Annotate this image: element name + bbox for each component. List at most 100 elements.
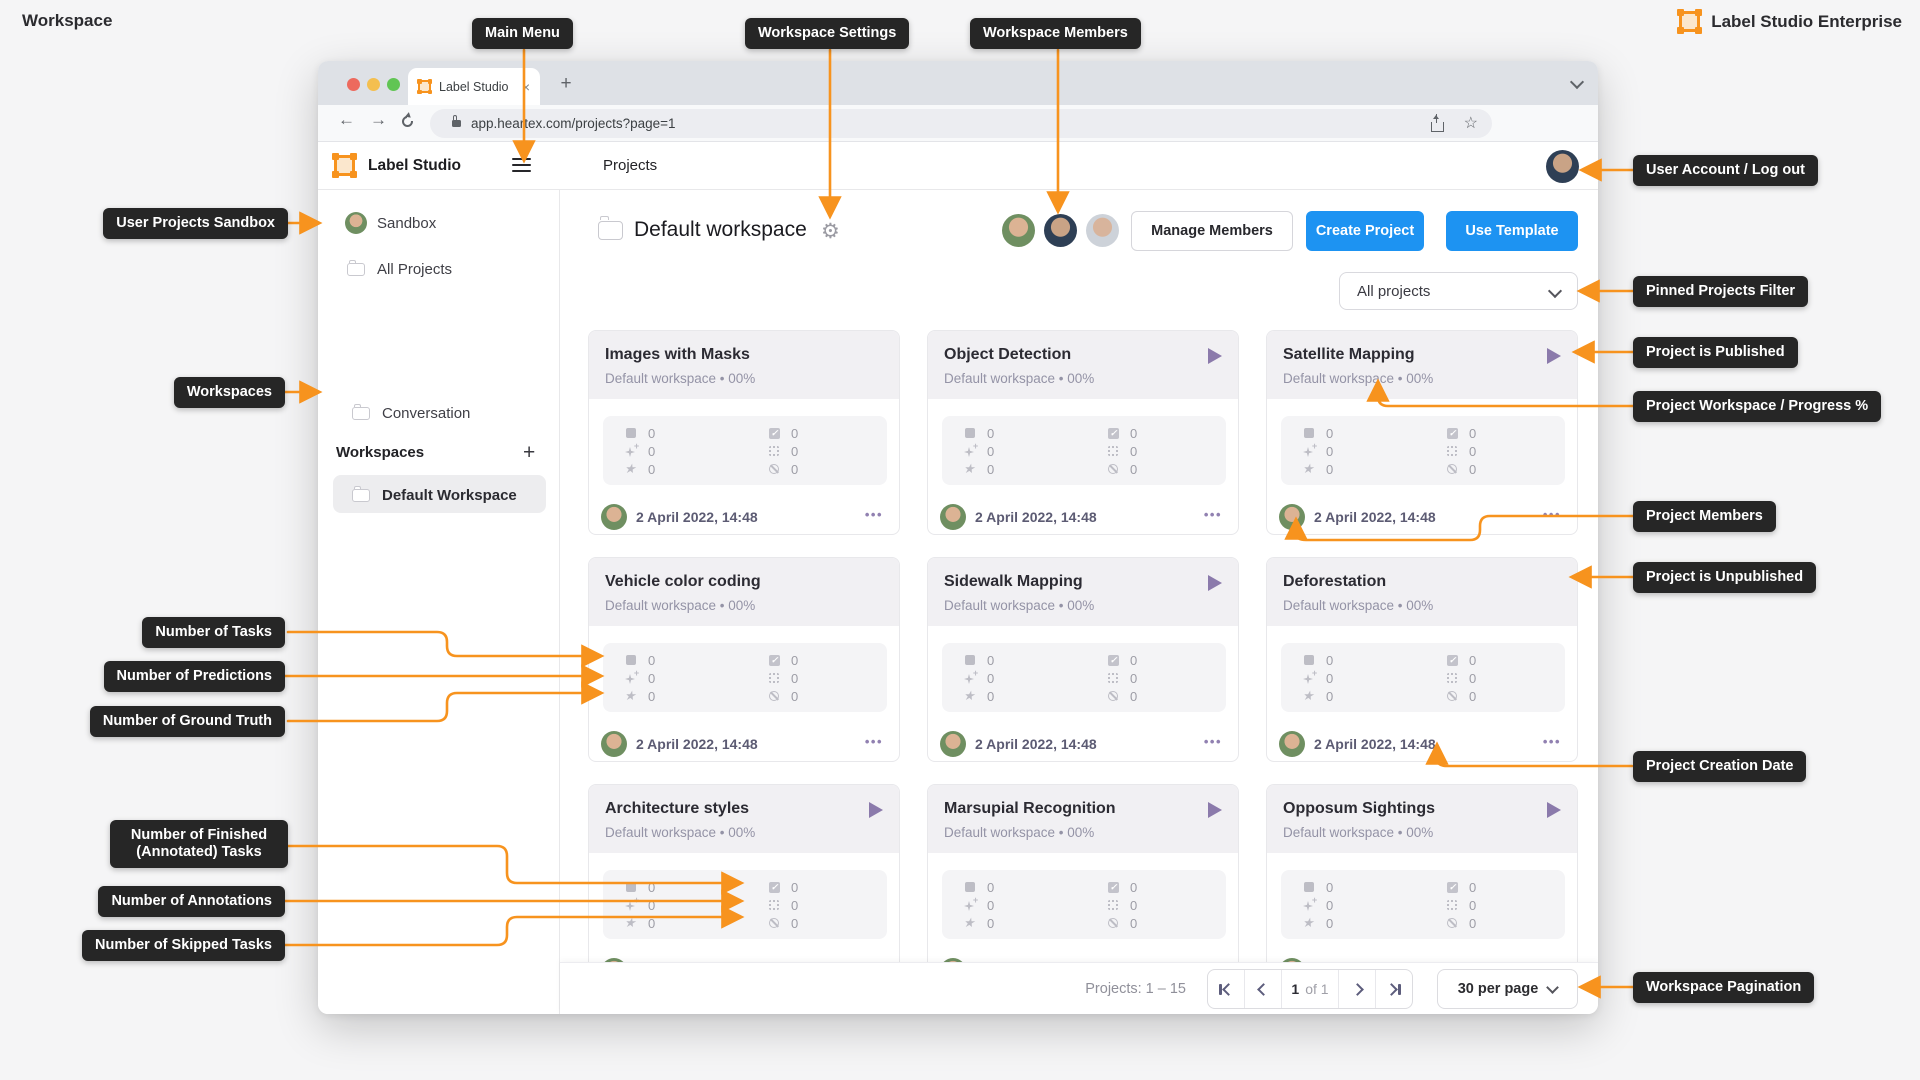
stat-predictions: +0	[1303, 895, 1446, 914]
project-workspace-progress: Default workspace • 00%	[1283, 371, 1434, 386]
annotations-icon	[1446, 898, 1460, 912]
project-menu-icon[interactable]: •••	[1204, 507, 1222, 522]
workspace-member-avatar[interactable]	[1002, 214, 1035, 247]
workspace-member-avatar[interactable]	[1086, 214, 1119, 247]
stat-skipped: 0	[1107, 687, 1227, 705]
first-page-button[interactable]	[1208, 970, 1245, 1008]
play-icon	[1208, 802, 1222, 818]
finished-tasks-icon: ✓	[1108, 655, 1119, 666]
browser-tab[interactable]: Label Studio ×	[408, 68, 540, 105]
app-logo-label: Label Studio	[368, 156, 461, 174]
project-card[interactable]: Deforestation Default workspace • 00% 0 …	[1266, 557, 1578, 762]
minimize-window-button[interactable]	[367, 78, 380, 91]
project-card-header: Satellite Mapping Default workspace • 00…	[1267, 331, 1577, 399]
project-card[interactable]: Satellite Mapping Default workspace • 00…	[1266, 330, 1578, 535]
stat-finished: ✓ 0	[1107, 878, 1227, 896]
share-icon[interactable]	[1430, 113, 1444, 132]
doc-page-title: Workspace	[22, 11, 113, 30]
close-window-button[interactable]	[347, 78, 360, 91]
next-page-button[interactable]	[1339, 970, 1376, 1008]
callout-number-tasks: Number of Tasks	[142, 617, 285, 648]
project-card[interactable]: Vehicle color coding Default workspace •…	[588, 557, 900, 762]
annotations-icon	[1446, 671, 1460, 685]
sidebar-item-sandbox[interactable]: Sandbox	[345, 212, 436, 234]
project-card-header: Object Detection Default workspace • 00%	[928, 331, 1238, 399]
workspace-settings-gear-icon[interactable]: ⚙	[821, 219, 840, 244]
project-card-header: Sidewalk Mapping Default workspace • 00%	[928, 558, 1238, 626]
stat-predictions: +0	[964, 668, 1107, 687]
annotations-icon	[1107, 444, 1121, 458]
project-creation-date: 2 April 2022, 14:48	[975, 736, 1097, 752]
per-page-select[interactable]: 30 per page	[1437, 969, 1578, 1009]
pager-group: 1 of 1	[1207, 969, 1413, 1009]
project-workspace-progress: Default workspace • 00%	[605, 371, 756, 386]
project-stats: 0 +0 ★ 0 ✓ 0 0 0	[603, 870, 887, 939]
address-bar[interactable]: app.heartex.com/projects?page=1 ☆	[430, 109, 1492, 138]
projects-grid: Images with Masks Default workspace • 00…	[588, 330, 1578, 962]
chevron-down-icon	[1547, 283, 1563, 299]
reload-icon[interactable]	[402, 115, 413, 127]
workspace-member-avatar[interactable]	[1044, 214, 1077, 247]
project-workspace-progress: Default workspace • 00%	[944, 825, 1095, 840]
sidebar-item-default-workspace[interactable]: Default Workspace	[333, 475, 546, 513]
sidebar-item-conversation[interactable]: Conversation	[352, 403, 470, 422]
project-title: Sidewalk Mapping	[944, 573, 1083, 590]
play-icon	[1547, 802, 1561, 818]
stat-tasks: 0	[1303, 424, 1446, 442]
project-card[interactable]: Architecture styles Default workspace • …	[588, 784, 900, 962]
tasks-icon	[964, 426, 978, 440]
manage-members-button[interactable]: Manage Members	[1131, 211, 1293, 251]
create-project-button[interactable]: Create Project	[1306, 211, 1424, 251]
forward-icon[interactable]: →	[370, 110, 387, 130]
annotations-icon	[1107, 898, 1121, 912]
stat-annotations: 0	[1446, 669, 1566, 687]
project-card[interactable]: Object Detection Default workspace • 00%…	[927, 330, 1239, 535]
project-card[interactable]: Images with Masks Default workspace • 00…	[588, 330, 900, 535]
previous-page-button[interactable]	[1245, 970, 1282, 1008]
callout-number-annotations: Number of Annotations	[98, 886, 285, 917]
pinned-projects-filter[interactable]: All projects	[1339, 272, 1578, 310]
maximize-window-button[interactable]	[387, 78, 400, 91]
back-icon[interactable]: ←	[338, 110, 355, 130]
callout-user-account: User Account / Log out	[1633, 155, 1818, 186]
url-text: app.heartex.com/projects?page=1	[471, 116, 676, 131]
project-title: Architecture styles	[605, 800, 750, 817]
add-workspace-button[interactable]: +	[523, 441, 535, 465]
project-menu-icon[interactable]: •••	[1543, 507, 1561, 522]
stat-skipped: 0	[1446, 460, 1566, 478]
user-account-avatar[interactable]	[1546, 150, 1579, 183]
project-menu-icon[interactable]: •••	[865, 507, 883, 522]
main-menu-icon[interactable]	[512, 158, 531, 173]
app-logo-icon[interactable]	[332, 153, 357, 178]
project-card-footer: 2 April 2022, 14:48 •••	[928, 498, 1238, 534]
callout-pinned-projects-filter: Pinned Projects Filter	[1633, 276, 1809, 307]
new-tab-button[interactable]: +	[554, 72, 578, 96]
stat-predictions: +0	[964, 895, 1107, 914]
skipped-tasks-icon	[1107, 462, 1121, 476]
use-template-button[interactable]: Use Template	[1446, 211, 1578, 251]
tab-strip-chevron-icon[interactable]	[1569, 74, 1585, 90]
callout-user-projects-sandbox: User Projects Sandbox	[103, 208, 288, 239]
callout-project-unpublished: Project is Unpublished	[1633, 562, 1817, 593]
project-card-header: Marsupial Recognition Default workspace …	[928, 785, 1238, 853]
project-card-footer: 2 April 2022, 14:48 •••	[589, 725, 899, 761]
project-card[interactable]: Opposum Sightings Default workspace • 00…	[1266, 784, 1578, 962]
last-page-button[interactable]	[1376, 970, 1412, 1008]
bookmark-star-icon[interactable]: ☆	[1464, 115, 1478, 132]
ground-truth-icon: ★	[1302, 915, 1314, 930]
project-title: Images with Masks	[605, 346, 750, 363]
tasks-icon	[625, 426, 639, 440]
stat-predictions: +0	[625, 668, 768, 687]
project-menu-icon[interactable]: •••	[865, 734, 883, 749]
project-menu-icon[interactable]: •••	[1543, 734, 1561, 749]
project-card[interactable]: Sidewalk Mapping Default workspace • 00%…	[927, 557, 1239, 762]
tab-close-icon[interactable]: ×	[522, 80, 530, 94]
current-page: 1	[1291, 981, 1300, 997]
finished-tasks-icon: ✓	[1447, 428, 1458, 439]
app-header: Label Studio Projects	[318, 142, 1598, 190]
project-card[interactable]: Marsupial Recognition Default workspace …	[927, 784, 1239, 962]
project-menu-icon[interactable]: •••	[1204, 734, 1222, 749]
callout-number-finished: Number of Finished (Annotated) Tasks	[110, 820, 288, 868]
sidebar-item-all-projects[interactable]: All Projects	[347, 259, 452, 278]
annotations-icon	[768, 671, 782, 685]
